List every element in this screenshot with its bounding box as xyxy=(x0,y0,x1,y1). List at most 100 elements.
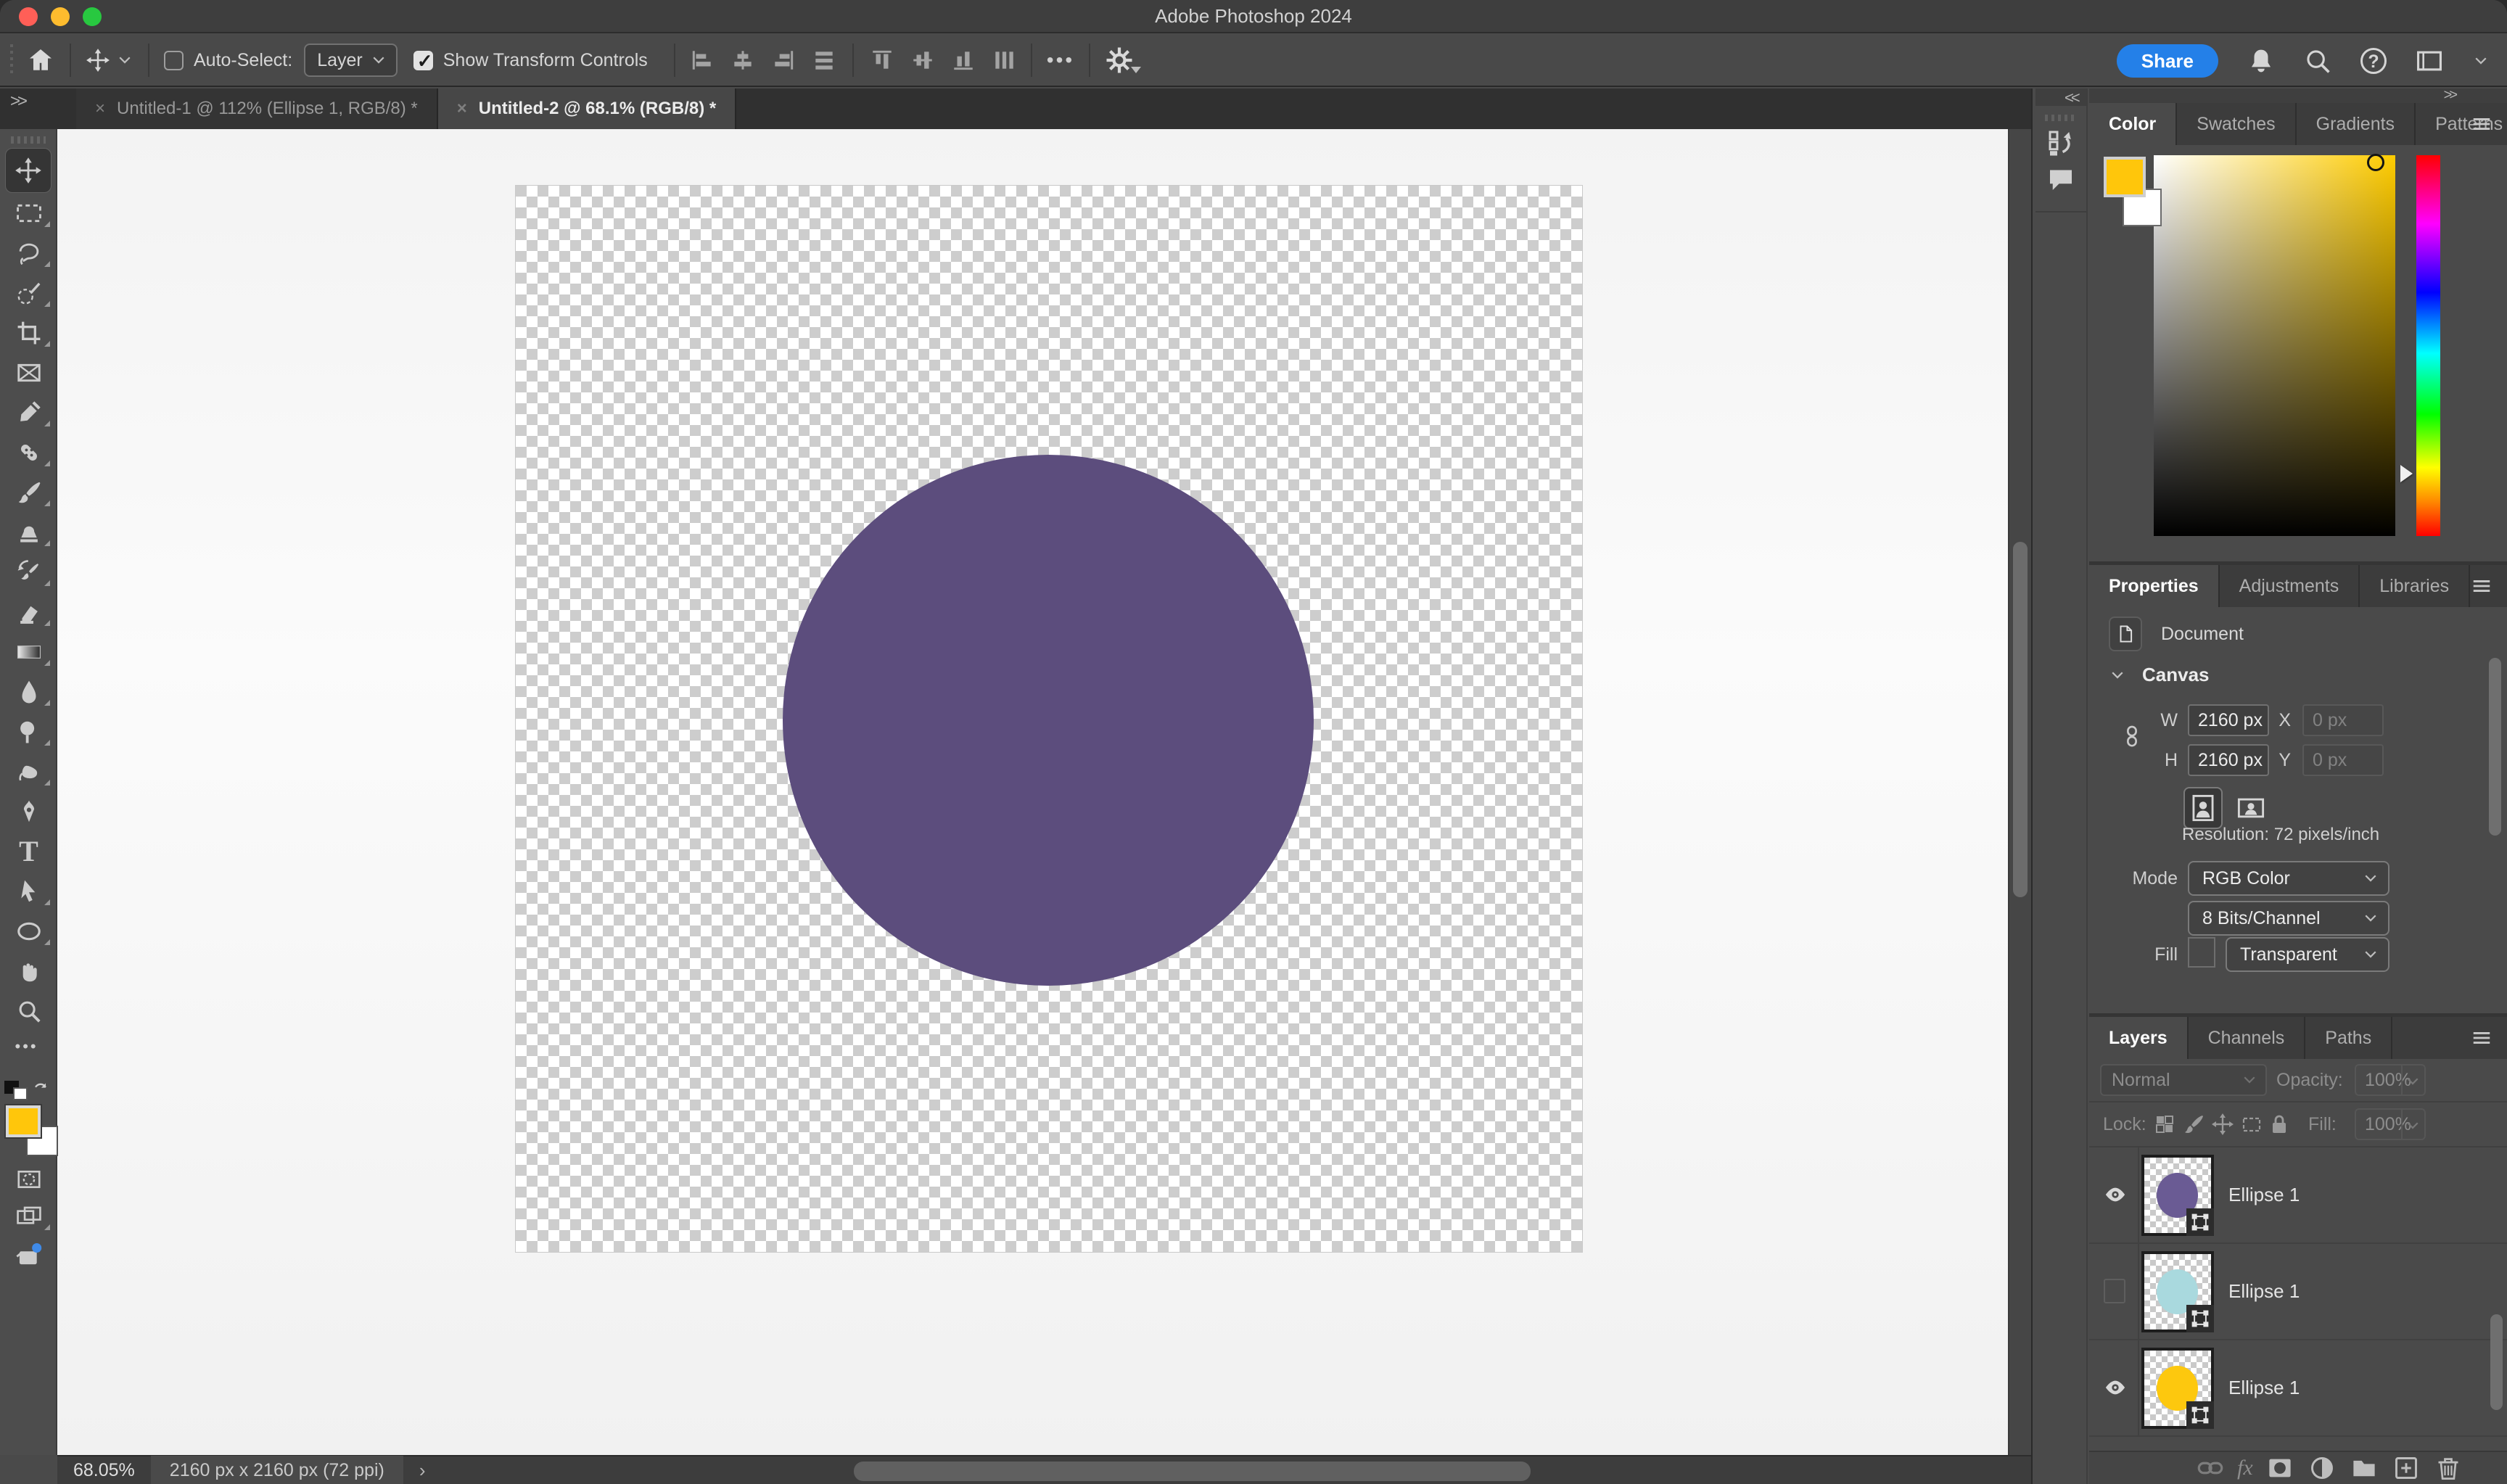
saturation-brightness-field[interactable] xyxy=(2154,155,2395,536)
visibility-cell[interactable] xyxy=(2089,1244,2139,1339)
layer-thumbnail[interactable] xyxy=(2141,1348,2214,1429)
align-left-icon[interactable] xyxy=(690,48,715,73)
document-tab-1[interactable]: × Untitled-1 @ 112% (Ellipse 1, RGB/8) * xyxy=(76,88,438,129)
tab-adjustments[interactable]: Adjustments xyxy=(2220,565,2360,607)
align-top-icon[interactable] xyxy=(870,48,894,73)
align-center-v-icon[interactable] xyxy=(910,48,935,73)
close-icon[interactable]: × xyxy=(95,99,105,119)
tab-libraries[interactable]: Libraries xyxy=(2360,565,2470,607)
panel-menu-icon[interactable] xyxy=(2471,1027,2492,1049)
foreground-color-swatch[interactable] xyxy=(6,1105,41,1137)
layer-name[interactable]: Ellipse 1 xyxy=(2228,1280,2300,1303)
tool-healing-brush[interactable] xyxy=(0,432,57,472)
distribute-v-icon[interactable] xyxy=(992,48,1016,73)
tool-frame[interactable] xyxy=(0,353,57,392)
layer-row-1[interactable]: Ellipse 1 xyxy=(2089,1147,2507,1244)
auto-select-target-dropdown[interactable]: Layer xyxy=(304,44,398,77)
auto-select-checkbox[interactable] xyxy=(164,51,184,70)
tool-clone-stamp[interactable] xyxy=(0,512,57,552)
tool-more[interactable]: ••• xyxy=(0,1031,57,1071)
distribute-h-icon[interactable] xyxy=(812,48,836,73)
layer-name[interactable]: Ellipse 1 xyxy=(2228,1184,2300,1206)
panel-menu-icon[interactable] xyxy=(2471,113,2492,135)
orientation-portrait-button[interactable] xyxy=(2183,787,2223,829)
home-icon[interactable] xyxy=(26,46,55,75)
workspace-chevron-icon[interactable] xyxy=(2472,52,2490,70)
panel-scrollbar-thumb[interactable] xyxy=(2489,658,2501,836)
layer-thumbnail[interactable] xyxy=(2141,1155,2214,1236)
blend-mode-dropdown[interactable]: Normal xyxy=(2100,1064,2267,1096)
status-chevron-icon[interactable]: › xyxy=(419,1459,426,1482)
tool-zoom[interactable] xyxy=(0,991,57,1031)
history-panel-icon[interactable] xyxy=(2046,128,2075,157)
horizontal-scrollbar-thumb[interactable] xyxy=(854,1462,1531,1481)
bit-depth-dropdown[interactable]: 8 Bits/Channel xyxy=(2188,901,2389,936)
opacity-field[interactable]: 100% xyxy=(2355,1064,2426,1096)
canvas-section-header[interactable]: Canvas xyxy=(2109,664,2210,686)
layers-scrollbar-thumb[interactable] xyxy=(2490,1314,2503,1410)
capture-share-button[interactable] xyxy=(0,1236,57,1274)
tool-hand[interactable] xyxy=(0,951,57,991)
vertical-scrollbar[interactable] xyxy=(2008,129,2031,1455)
document-tab-2[interactable]: × Untitled-2 @ 68.1% (RGB/8) * xyxy=(438,88,736,129)
new-layer-icon[interactable] xyxy=(2391,1455,2421,1481)
gear-icon[interactable] xyxy=(1105,46,1134,75)
visibility-cell[interactable] xyxy=(2089,1340,2139,1435)
lock-all-icon[interactable] xyxy=(2268,1113,2291,1136)
orientation-landscape-button[interactable] xyxy=(2231,787,2271,829)
tool-type[interactable]: T xyxy=(0,831,57,871)
fill-field[interactable]: 100% xyxy=(2355,1108,2426,1140)
show-transform-checkbox[interactable] xyxy=(413,51,433,70)
tool-rect-marquee[interactable] xyxy=(0,193,57,233)
link-layers-icon[interactable] xyxy=(2195,1455,2226,1481)
tab-channels[interactable]: Channels xyxy=(2189,1017,2306,1059)
dock-collapse-icon[interactable]: >> xyxy=(2089,88,2507,103)
color-selection-marker[interactable] xyxy=(2367,154,2384,171)
layer-row-2[interactable]: Ellipse 1 xyxy=(2089,1244,2507,1340)
hidden-visibility-box[interactable] xyxy=(2104,1279,2125,1303)
share-button[interactable]: Share xyxy=(2117,44,2218,78)
tool-blur[interactable] xyxy=(0,672,57,712)
lock-artboard-icon[interactable] xyxy=(2240,1113,2263,1136)
notifications-bell-icon[interactable] xyxy=(2247,47,2275,75)
tool-ellipse-shape[interactable] xyxy=(0,911,57,951)
layer-effects-icon[interactable]: fx xyxy=(2237,1455,2253,1481)
zoom-level[interactable]: 68.05% xyxy=(57,1460,151,1481)
tool-history-brush[interactable] xyxy=(0,552,57,592)
fill-dropdown[interactable]: Transparent xyxy=(2226,937,2389,972)
move-tool-icon[interactable] xyxy=(86,48,110,73)
canvas-viewport[interactable] xyxy=(57,129,2031,1455)
tool-preset-chevron-icon[interactable] xyxy=(116,51,133,69)
workspace-icon[interactable] xyxy=(2416,47,2443,75)
tool-lasso[interactable] xyxy=(0,233,57,273)
tool-gradient[interactable] xyxy=(0,632,57,672)
tool-crop[interactable] xyxy=(0,313,57,353)
tab-layers[interactable]: Layers xyxy=(2089,1017,2189,1059)
lock-position-icon[interactable] xyxy=(2211,1113,2234,1136)
layer-name[interactable]: Ellipse 1 xyxy=(2228,1377,2300,1399)
toolbar-expand-icon[interactable]: >> xyxy=(0,88,57,129)
vertical-scrollbar-thumb[interactable] xyxy=(2013,542,2028,897)
strip-expand-icon[interactable]: << xyxy=(2035,88,2086,106)
tool-dodge[interactable] xyxy=(0,712,57,751)
hue-slider[interactable] xyxy=(2416,155,2440,536)
tool-brush[interactable] xyxy=(0,472,57,512)
screen-mode-button[interactable] xyxy=(0,1198,57,1236)
document-size-info[interactable]: 2160 px x 2160 px (72 ppi) xyxy=(151,1456,403,1484)
tool-move[interactable] xyxy=(5,148,52,193)
panel-menu-icon[interactable] xyxy=(2471,575,2492,597)
close-icon[interactable]: × xyxy=(457,99,467,119)
new-group-folder-icon[interactable] xyxy=(2349,1455,2379,1481)
lock-pixels-icon[interactable] xyxy=(2182,1113,2205,1136)
tool-eyedropper[interactable] xyxy=(0,392,57,432)
quick-mask-button[interactable] xyxy=(0,1161,57,1198)
x-field[interactable]: 0 px xyxy=(2302,704,2384,736)
layer-thumbnail[interactable] xyxy=(2141,1251,2214,1332)
tab-properties[interactable]: Properties xyxy=(2089,565,2220,607)
swap-colors-icon[interactable] xyxy=(30,1081,52,1101)
tool-eraser[interactable] xyxy=(0,592,57,632)
fill-color-swatch[interactable] xyxy=(2188,937,2215,968)
visibility-cell[interactable] xyxy=(2089,1147,2139,1242)
align-bottom-icon[interactable] xyxy=(951,48,976,73)
y-field[interactable]: 0 px xyxy=(2302,744,2384,776)
